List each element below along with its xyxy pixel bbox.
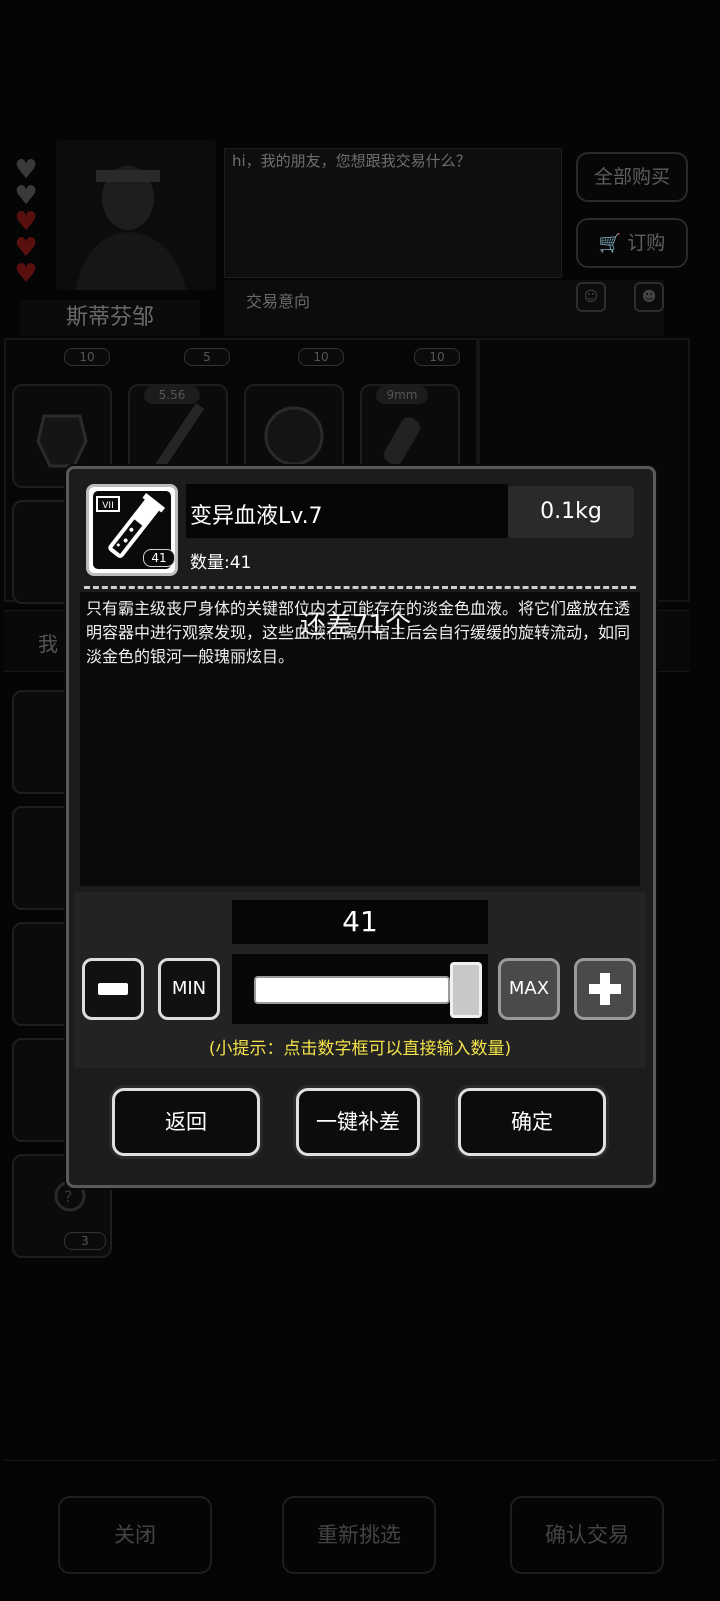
ammo-tag: 5.56 xyxy=(144,386,200,404)
order-button[interactable]: 🛒 订购 xyxy=(576,218,688,268)
affinity-hearts: ♥ ♥ ♥ ♥ ♥ xyxy=(12,155,42,289)
back-button[interactable]: 返回 xyxy=(112,1088,260,1156)
ammo-tag: 9mm xyxy=(376,386,428,404)
confirm-button[interactable]: 确定 xyxy=(458,1088,606,1156)
slot-count-badge: 3 xyxy=(64,1232,106,1250)
mood-neutral-icon: ☺ xyxy=(576,282,606,312)
quantity-input[interactable]: 41 xyxy=(232,900,488,944)
item-icon-frame: VII 41 xyxy=(86,484,178,576)
item-weight: 0.1kg xyxy=(508,486,634,538)
npc-dialog-text: hi，我的朋友，您想跟我交易什么？ xyxy=(232,152,471,170)
shortage-toast: 还差71个 xyxy=(300,610,412,640)
decrease-button[interactable] xyxy=(82,958,144,1020)
slot-count-badge: 10 xyxy=(298,348,344,366)
heart-filled-icon: ♥ xyxy=(14,259,38,289)
minus-icon xyxy=(98,983,128,995)
item-name: 变异血液Lv.7 xyxy=(190,504,323,529)
plus-icon xyxy=(589,973,621,1005)
reselect-button[interactable]: 重新挑选 xyxy=(282,1496,436,1574)
my-items-label: 我 xyxy=(38,632,58,656)
slot-count-badge: 10 xyxy=(414,348,460,366)
slider-handle[interactable] xyxy=(450,962,482,1018)
buy-all-button[interactable]: 全部购买 xyxy=(576,152,688,202)
item-level-label: VII xyxy=(102,501,113,511)
blood-vial-icon: VII 41 xyxy=(93,491,175,569)
heart-empty-icon: ♥ xyxy=(14,155,38,185)
mood-happy-icon: ☻ xyxy=(634,282,664,312)
min-button[interactable]: MIN xyxy=(158,958,220,1020)
confirm-trade-button[interactable]: 确认交易 xyxy=(510,1496,664,1574)
npc-portrait xyxy=(56,140,216,290)
heart-filled-icon: ♥ xyxy=(14,207,38,237)
close-button[interactable]: 关闭 xyxy=(58,1496,212,1574)
slider-fill xyxy=(254,976,450,1004)
item-icon-count: 41 xyxy=(143,549,175,567)
input-hint: (小提示：点击数字框可以直接输入数量) xyxy=(208,1039,512,1059)
cart-icon: 🛒 xyxy=(598,233,622,254)
order-label: 订购 xyxy=(627,232,666,254)
heart-empty-icon: ♥ xyxy=(14,181,38,211)
npc-name: 斯蒂芬邹 xyxy=(20,300,200,336)
trade-intent-label: 交易意向 xyxy=(246,292,311,311)
max-button[interactable]: MAX xyxy=(498,958,560,1020)
item-quantity-label: 数量:41 xyxy=(190,553,252,573)
heart-filled-icon: ♥ xyxy=(14,233,38,263)
svg-text:?: ? xyxy=(64,1187,73,1206)
increase-button[interactable] xyxy=(574,958,636,1020)
fill-gap-button[interactable]: 一键补差 xyxy=(296,1088,420,1156)
slot-count-badge: 5 xyxy=(184,348,230,366)
dashed-divider xyxy=(84,586,636,589)
slot-count-badge: 10 xyxy=(64,348,110,366)
